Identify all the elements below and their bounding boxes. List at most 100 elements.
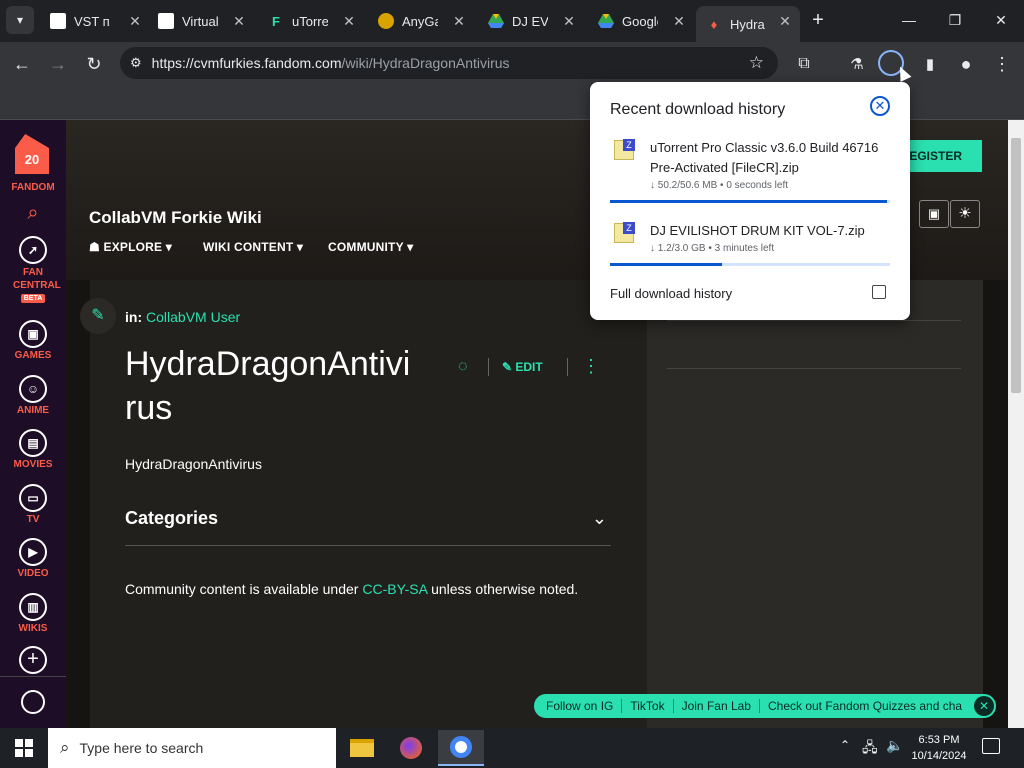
user-icon[interactable]: [21, 690, 45, 714]
rail-anime[interactable]: ☺ ANIME: [0, 375, 66, 416]
extensions-icon[interactable]: ⧉: [790, 50, 818, 78]
download-history-popup: Recent download history ✕ uTorrent Pro C…: [590, 82, 910, 320]
side-panel-icon[interactable]: ▮: [916, 50, 944, 78]
category-breadcrumb: in: CollabVM User: [125, 309, 241, 325]
new-tab-button[interactable]: +: [796, 0, 840, 40]
wiki-name[interactable]: CollabVM Forkie Wiki: [89, 208, 262, 228]
reload-icon[interactable]: ↻: [80, 50, 108, 78]
quizzes-link[interactable]: Check out Fandom Quizzes and cha: [760, 699, 970, 713]
tab-strip: ▾ VST пла ✕ Virtual ✕ F uTorre ✕ AnyGa ✕…: [0, 0, 1024, 42]
follow-ig-link[interactable]: Follow on IG: [534, 699, 623, 713]
network-icon[interactable]: 🖧: [862, 737, 878, 761]
fan-lab-link[interactable]: Join Fan Lab: [674, 699, 760, 713]
rail-tv[interactable]: ▭ TV: [0, 484, 66, 525]
more-options-icon[interactable]: ⋮: [582, 356, 600, 377]
theme-toggle-icon[interactable]: ☀: [950, 200, 980, 228]
site-info-icon[interactable]: ⚙: [130, 55, 142, 71]
volume-icon[interactable]: 🔈: [886, 737, 903, 754]
rail-divider: [0, 676, 66, 677]
download-progress-bar: [610, 263, 890, 266]
search-icon[interactable]: ⌕: [22, 202, 44, 224]
start-button[interactable]: [4, 732, 44, 764]
right-rail: [647, 280, 983, 728]
close-tab-icon[interactable]: ✕: [126, 12, 144, 30]
tab-utorrent[interactable]: F uTorre ✕: [258, 6, 364, 36]
tab-virtual[interactable]: Virtual ✕: [148, 6, 254, 36]
firefox-icon[interactable]: [391, 732, 431, 764]
close-tab-icon[interactable]: ✕: [560, 12, 578, 30]
forward-icon[interactable]: →: [44, 50, 72, 78]
scrollbar-thumb[interactable]: [1011, 138, 1021, 393]
close-window-button[interactable]: ✕: [978, 0, 1024, 40]
file-explorer-icon[interactable]: [342, 732, 382, 764]
labs-icon[interactable]: ⚗: [843, 50, 871, 78]
profile-avatar[interactable]: ●: [952, 50, 980, 78]
close-tab-icon[interactable]: ✕: [340, 12, 358, 30]
social-follow-bar: Follow on IG TikTok Join Fan Lab Check o…: [534, 694, 996, 718]
download-item[interactable]: uTorrent Pro Classic v3.6.0 Build 46716 …: [610, 138, 890, 206]
close-tab-icon[interactable]: ✕: [230, 12, 248, 30]
rail-fan-central[interactable]: ➚ FAN CENTRAL BETA: [0, 236, 66, 303]
search-icon: ⌕: [60, 738, 70, 757]
explore-icon: ☗: [89, 240, 104, 254]
show-hidden-icons[interactable]: ⌃: [840, 738, 850, 752]
fandom-brand-label: FANDOM: [11, 182, 55, 193]
article-body: HydraDragonAntivirus: [125, 456, 262, 472]
rail-video[interactable]: ▶ VIDEO: [0, 538, 66, 579]
comments-icon[interactable]: ◌: [458, 358, 468, 376]
utorrent-icon: F: [272, 13, 280, 29]
discussions-icon[interactable]: ▣: [919, 200, 949, 228]
tiktok-link[interactable]: TikTok: [622, 699, 674, 713]
page-title: HydraDragonAntivi rus: [125, 345, 411, 427]
rail-games[interactable]: ▣ GAMES: [0, 320, 66, 361]
tab-anygame[interactable]: AnyGa ✕: [368, 6, 474, 36]
browser-toolbar: ← → ↻ ⚙ https://cvmfurkies.fandom.com/wi…: [0, 42, 1024, 84]
rocket-icon: ➚: [19, 236, 47, 264]
edit-pencil-icon[interactable]: ✎: [80, 298, 116, 334]
chrome-icon[interactable]: [438, 730, 484, 766]
open-external-icon[interactable]: [872, 285, 886, 299]
full-download-history-link[interactable]: Full download history: [610, 286, 732, 301]
back-icon[interactable]: ←: [8, 50, 36, 78]
page-icon: [158, 13, 174, 29]
close-tab-icon[interactable]: ✕: [776, 12, 794, 30]
taskbar-search[interactable]: ⌕ Type here to search: [48, 728, 336, 768]
tab-dj-evil[interactable]: DJ EVIL ✕: [478, 6, 584, 36]
title-divider: [488, 358, 489, 376]
download-item[interactable]: DJ EVILISHOT DRUM KIT VOL-7.zip ↓ 1.2/3.…: [610, 221, 890, 271]
nav-wiki-content[interactable]: WIKI CONTENT ▾: [203, 240, 303, 254]
rail-wikis[interactable]: ▥ WIKIS: [0, 593, 66, 634]
edit-button[interactable]: ✎ EDIT: [502, 360, 543, 374]
nav-explore[interactable]: ☗ EXPLORE ▾: [89, 240, 172, 254]
categories-toggle[interactable]: Categories ⌄: [125, 508, 611, 546]
maximize-button[interactable]: ❐: [932, 0, 978, 40]
fandom-logo[interactable]: 20: [15, 134, 49, 174]
page-scrollbar[interactable]: [1008, 120, 1024, 728]
close-popup-icon[interactable]: ✕: [870, 96, 890, 116]
nav-community[interactable]: COMMUNITY ▾: [328, 240, 413, 254]
category-link[interactable]: CollabVM User: [146, 309, 240, 325]
close-tab-icon[interactable]: ✕: [670, 12, 688, 30]
address-bar[interactable]: ⚙ https://cvmfurkies.fandom.com/wiki/Hyd…: [120, 47, 778, 79]
menu-icon[interactable]: ⋮: [988, 50, 1016, 78]
minimize-button[interactable]: —: [886, 0, 932, 40]
notifications-icon[interactable]: [982, 738, 1000, 754]
rail-movies[interactable]: ▤ MOVIES: [0, 429, 66, 470]
tab-search-button[interactable]: ▾: [6, 6, 34, 34]
license-notice: Community content is available under CC-…: [125, 581, 579, 597]
clapper-icon: ▤: [19, 429, 47, 457]
fandom-global-nav: 20 FANDOM ⌕ ➚ FAN CENTRAL BETA ▣ GAMES ☺…: [0, 120, 66, 728]
anime-icon: ☺: [19, 375, 47, 403]
license-link[interactable]: CC-BY-SA: [362, 581, 427, 597]
title-divider: [567, 358, 568, 376]
add-icon[interactable]: +: [19, 646, 47, 674]
tab-vst[interactable]: VST пла ✕: [40, 6, 150, 36]
rail-line: [667, 368, 961, 369]
close-tab-icon[interactable]: ✕: [450, 12, 468, 30]
bookmark-star-icon[interactable]: ☆: [749, 53, 764, 73]
tab-hydra[interactable]: ♦ Hydra ✕: [696, 6, 800, 42]
system-clock[interactable]: 6:53 PM 10/14/2024: [906, 732, 972, 764]
tab-google[interactable]: Google ✕: [588, 6, 694, 36]
url-path: /wiki/HydraDragonAntivirus: [341, 55, 510, 71]
close-followbar-icon[interactable]: ✕: [974, 696, 994, 716]
